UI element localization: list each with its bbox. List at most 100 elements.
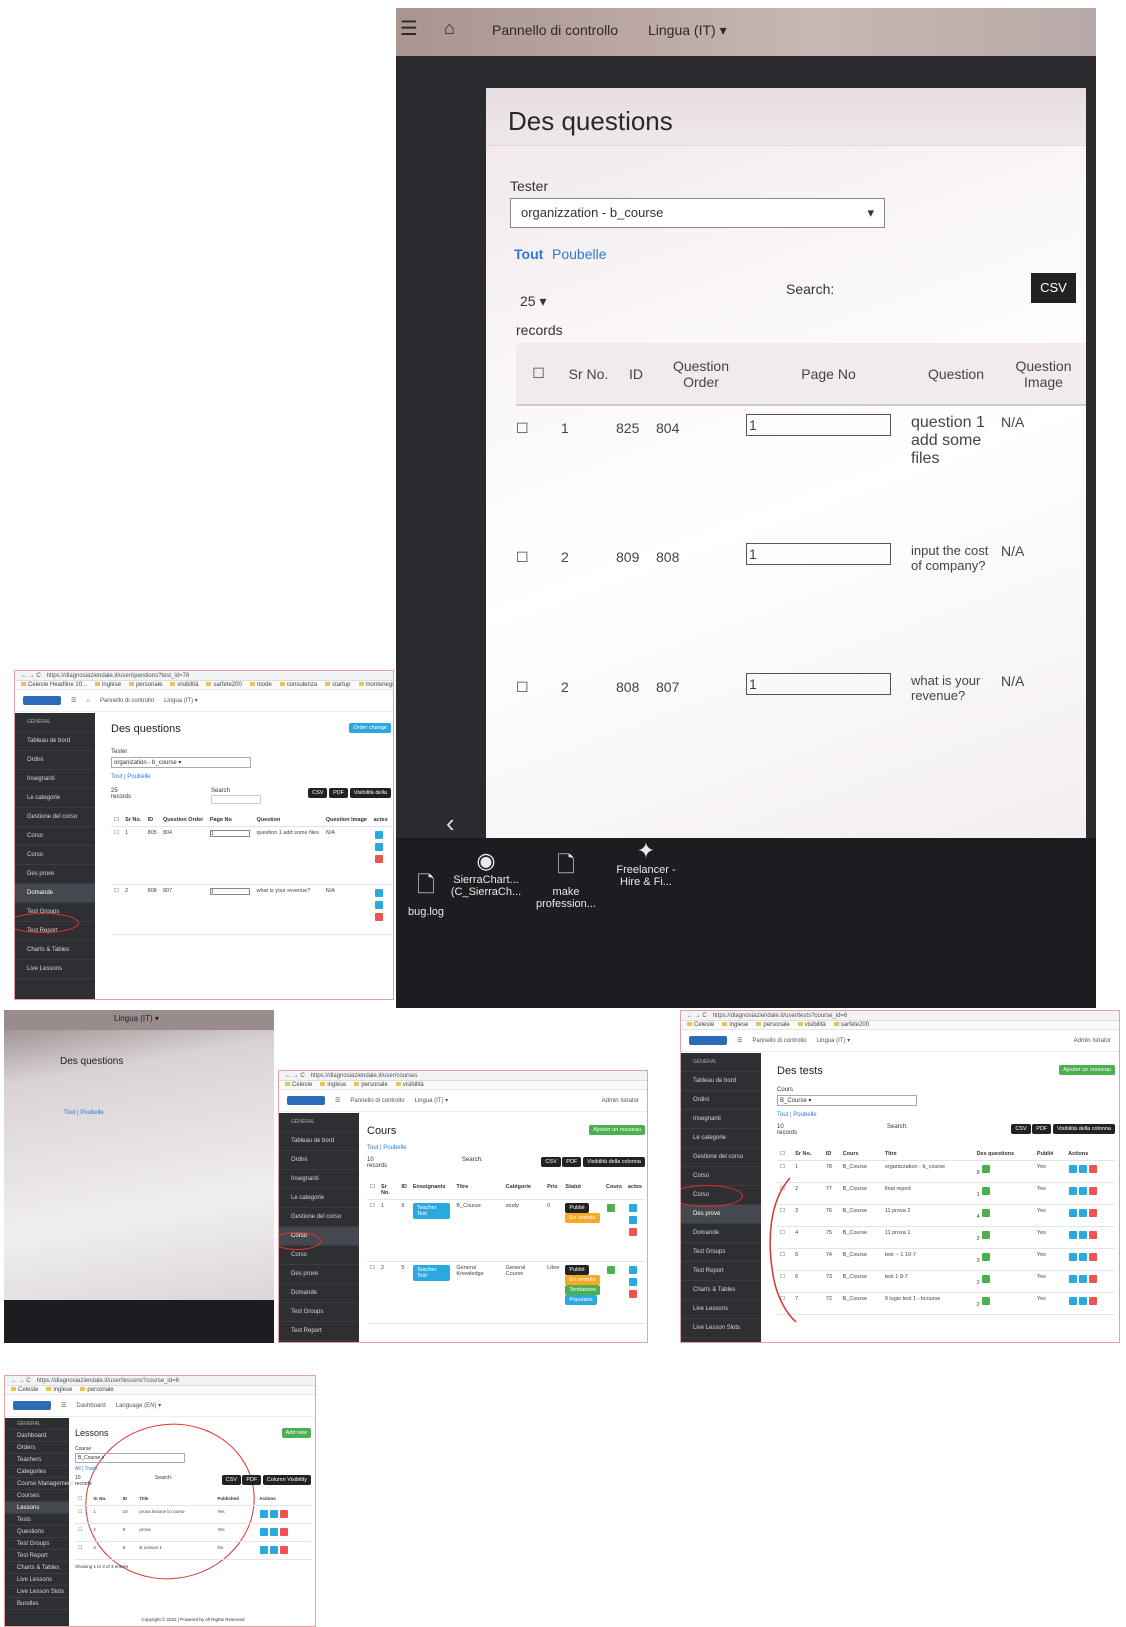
csv-button[interactable]: CSV bbox=[221, 1475, 241, 1485]
visibility-button[interactable]: Visibilità della colonna bbox=[1052, 1124, 1115, 1134]
sidebar-item[interactable]: Live Lessons bbox=[15, 960, 95, 979]
sidebar-item[interactable]: Live Lessons bbox=[5, 1574, 69, 1586]
page-no-input[interactable]: 1 bbox=[746, 673, 891, 695]
questions-icon[interactable] bbox=[982, 1231, 991, 1239]
edit-icon[interactable] bbox=[1079, 1275, 1088, 1283]
address-bar[interactable]: ← → Chttps://diagnosiaziendale.it/user/q… bbox=[15, 671, 393, 681]
user-menu[interactable]: Admin Istrator bbox=[1074, 1038, 1119, 1044]
delete-icon[interactable] bbox=[1089, 1165, 1098, 1173]
col-published[interactable]: Published bbox=[214, 1493, 257, 1506]
row-checkbox[interactable]: ☐ bbox=[75, 1541, 91, 1560]
delete-icon[interactable] bbox=[374, 913, 383, 921]
nav-dashboard[interactable]: Dashboard bbox=[76, 1403, 105, 1409]
sidebar-item[interactable]: Charts & Tables bbox=[15, 941, 95, 960]
pdf-button[interactable]: PDF bbox=[242, 1475, 262, 1485]
row-checkbox[interactable]: ☐ bbox=[516, 405, 561, 535]
sidebar-item[interactable]: Test Report bbox=[681, 1262, 761, 1281]
nav-dashboard[interactable]: Pannello di controllo bbox=[100, 698, 154, 704]
view-icon[interactable] bbox=[374, 831, 383, 839]
view-icon[interactable] bbox=[1069, 1275, 1078, 1283]
csv-button[interactable]: CSV bbox=[1031, 273, 1076, 303]
col-id[interactable]: ID bbox=[119, 1493, 137, 1506]
sidebar-item[interactable]: Corso bbox=[681, 1167, 761, 1186]
filter-links[interactable]: All | Trash bbox=[75, 1466, 311, 1472]
tester-select[interactable]: organization - b_course ▾ bbox=[111, 757, 251, 768]
filter-links[interactable]: Tout | Poubelle bbox=[777, 1112, 1115, 1118]
sidebar-item[interactable]: Live Lesson Slots bbox=[5, 1586, 69, 1598]
select-all-checkbox[interactable]: ☐ bbox=[367, 1181, 378, 1200]
sidebar-item[interactable]: gruppi bbox=[681, 1338, 761, 1342]
sidebar-item[interactable]: Ordini bbox=[15, 751, 95, 770]
add-new-button[interactable]: Ajouter un nouveau bbox=[1059, 1065, 1115, 1075]
delete-icon[interactable] bbox=[1089, 1231, 1098, 1239]
questions-icon[interactable] bbox=[982, 1187, 991, 1195]
edit-icon[interactable] bbox=[1079, 1297, 1088, 1305]
desktop-icon-freelancer[interactable]: ✦ Freelancer - Hire & Fi... bbox=[606, 838, 686, 888]
delete-icon[interactable] bbox=[1089, 1209, 1098, 1217]
address-bar[interactable]: ← → Chttps://diagnosiaziendale.it/user/c… bbox=[279, 1071, 647, 1081]
col-teacher[interactable]: Enseignants bbox=[409, 1181, 454, 1200]
col-price[interactable]: Prix bbox=[544, 1181, 563, 1200]
questions-icon[interactable] bbox=[982, 1275, 991, 1283]
course-icon[interactable] bbox=[607, 1266, 616, 1274]
hamburger-icon[interactable]: ☰ bbox=[737, 1037, 742, 1044]
col-question[interactable]: Question bbox=[253, 814, 323, 827]
view-icon[interactable] bbox=[260, 1510, 269, 1518]
edit-icon[interactable] bbox=[374, 843, 383, 851]
sidebar-item[interactable]: Le categorie bbox=[681, 1129, 761, 1148]
delete-icon[interactable] bbox=[280, 1546, 289, 1554]
col-id[interactable]: ID bbox=[822, 1148, 840, 1161]
delete-icon[interactable] bbox=[1089, 1297, 1098, 1305]
edit-icon[interactable] bbox=[374, 901, 383, 909]
hamburger-icon[interactable]: ☰ bbox=[400, 16, 418, 41]
home-icon[interactable]: ⌂ bbox=[444, 18, 455, 39]
sidebar-item-active[interactable]: Lessons bbox=[5, 1502, 69, 1514]
page-no-input[interactable]: 1 bbox=[209, 888, 250, 895]
photo-nav-language[interactable]: Lingua (IT) ▾ bbox=[648, 22, 727, 39]
col-image[interactable]: Question Image bbox=[1001, 343, 1086, 405]
sidebar-item[interactable]: Corso bbox=[15, 846, 95, 865]
sidebar-item-active[interactable]: Des prove bbox=[681, 1205, 761, 1224]
sidebar-item[interactable]: Test Report bbox=[279, 1322, 359, 1341]
col-sr[interactable]: Sr No. bbox=[792, 1148, 823, 1161]
col-courses[interactable]: Cours bbox=[603, 1181, 625, 1200]
col-published[interactable]: Publié bbox=[1033, 1148, 1066, 1161]
edit-icon[interactable] bbox=[1079, 1209, 1088, 1217]
page-no-input[interactable]: 1 bbox=[746, 414, 891, 436]
row-checkbox[interactable]: ☐ bbox=[75, 1505, 91, 1524]
nav-language[interactable]: Lingua (IT) ▾ bbox=[114, 1014, 159, 1023]
photo-nav-dashboard[interactable]: Pannello di controllo bbox=[492, 22, 618, 38]
sidebar-item[interactable]: Orders bbox=[5, 1442, 69, 1454]
col-id[interactable]: ID bbox=[616, 343, 656, 405]
course-select[interactable]: B_Course ▾ bbox=[75, 1453, 185, 1463]
sidebar-item[interactable]: Insegnanti bbox=[279, 1170, 359, 1189]
filter-links[interactable]: Tout | Poubelle bbox=[64, 1110, 104, 1116]
sidebar-item[interactable]: Ordini bbox=[681, 1091, 761, 1110]
nav-language[interactable]: Language (EN) ▾ bbox=[116, 1402, 161, 1409]
nav-language[interactable]: Lingua (IT) ▾ bbox=[414, 1097, 448, 1104]
edit-icon[interactable] bbox=[628, 1278, 637, 1286]
filter-trash-link[interactable]: Poubelle bbox=[552, 246, 607, 262]
questions-icon[interactable] bbox=[982, 1297, 991, 1305]
col-order[interactable]: Question Order bbox=[159, 814, 207, 827]
view-icon[interactable] bbox=[1069, 1297, 1078, 1305]
page-no-input[interactable]: 1 bbox=[746, 543, 891, 565]
row-checkbox[interactable]: ☐ bbox=[367, 1199, 378, 1262]
address-bar[interactable]: ← → Chttps://diagnosiaziendale.it/user/l… bbox=[5, 1376, 315, 1386]
sidebar-item-active[interactable]: Domande bbox=[15, 884, 95, 903]
select-all-checkbox[interactable]: ☐ bbox=[75, 1493, 91, 1506]
delete-icon[interactable] bbox=[628, 1228, 637, 1236]
page-size-select[interactable]: 25 ▾ bbox=[520, 293, 547, 310]
sidebar-item[interactable]: Des prove bbox=[15, 865, 95, 884]
delete-icon[interactable] bbox=[1089, 1253, 1098, 1261]
add-new-button[interactable]: Add new bbox=[281, 1428, 311, 1438]
sidebar-item[interactable]: Le categorie bbox=[15, 789, 95, 808]
nav-language[interactable]: Lingua (IT) ▾ bbox=[816, 1037, 850, 1044]
edit-icon[interactable] bbox=[1079, 1253, 1088, 1261]
edit-icon[interactable] bbox=[628, 1216, 637, 1224]
sidebar-item[interactable]: Insegnanti bbox=[15, 770, 95, 789]
search-input[interactable] bbox=[211, 795, 261, 804]
user-menu[interactable]: Admin Istrator bbox=[602, 1098, 647, 1104]
view-icon[interactable] bbox=[260, 1546, 269, 1554]
nav-language[interactable]: Lingua (IT) ▾ bbox=[164, 697, 198, 704]
